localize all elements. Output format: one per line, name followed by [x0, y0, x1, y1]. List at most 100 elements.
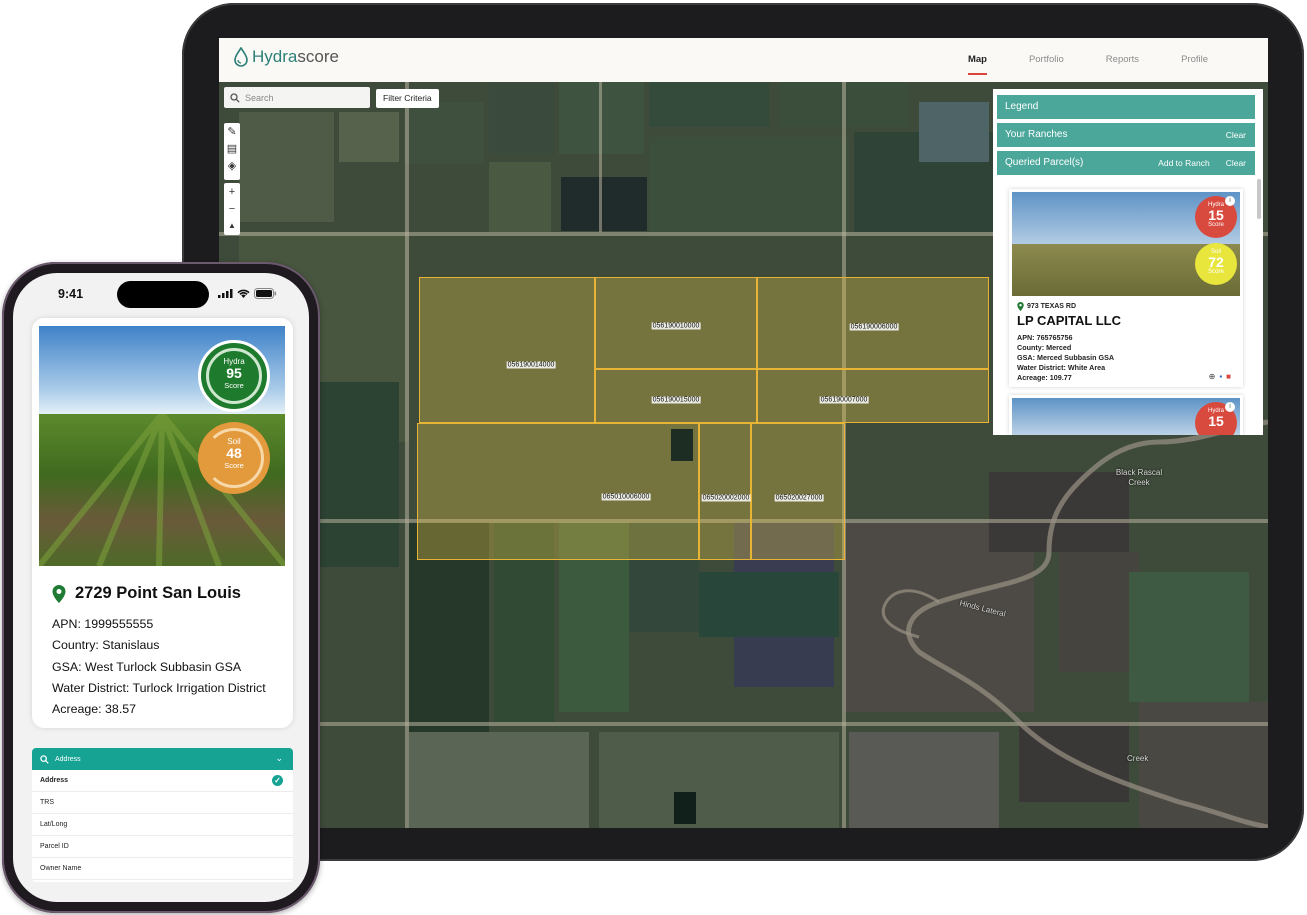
apn-text: APN: 1999555555 [52, 617, 154, 631]
wifi-icon [237, 289, 250, 298]
water-district-text: Water District: White Area [1017, 363, 1106, 372]
your-ranches-label: Your Ranches [1005, 129, 1068, 140]
status-icons [218, 288, 277, 299]
county-text: County: Merced [1017, 343, 1072, 352]
compass-icon[interactable]: ▲ [228, 217, 236, 234]
signal-icon [218, 289, 233, 298]
delete-icon[interactable]: ■ [1226, 372, 1231, 381]
soil-score-badge: Soil 72 Score [1195, 243, 1237, 285]
property-details: APN: 765765756 County: Merced GSA: Merce… [1017, 333, 1114, 383]
location-pin-icon [52, 584, 66, 603]
clear-parcels-button[interactable]: Clear [1226, 151, 1246, 175]
water-district-text: Water District: Turlock Irrigation Distr… [52, 680, 266, 695]
phone-device: 9:41 Hydra 95 Score Soil 48 Score 2729 P… [2, 262, 320, 913]
property-detail-card[interactable]: Hydra 95 Score Soil 48 Score 2729 Point … [32, 318, 293, 728]
battery-icon [254, 288, 277, 299]
score-label: Score [1208, 222, 1224, 228]
zoom-in-icon[interactable]: + [229, 183, 235, 200]
property-owner: LP CAPITAL LLC [1017, 313, 1121, 328]
property-card[interactable]: Hydra 15 Score i Soil 72 Score 973 TEXAS… [1009, 189, 1243, 387]
parcel-056190007000[interactable] [757, 369, 989, 423]
parcel-label: 056190007000 [819, 396, 869, 404]
option-label: Owner Name [40, 865, 82, 872]
hydrascore-logo[interactable]: Hydra score [233, 47, 339, 67]
parcel-label: 056190014000 [506, 361, 556, 369]
tab-profile[interactable]: Profile [1181, 38, 1208, 82]
option-label: Lat/Long [40, 821, 68, 828]
country-text: Country: Stanislaus [52, 638, 160, 653]
option-parcel-id[interactable]: Parcel ID [32, 836, 293, 858]
option-trs[interactable]: TRS [32, 792, 293, 814]
parcel-label: 056190015000 [651, 396, 701, 404]
check-icon: ✓ [272, 775, 283, 786]
parcel-065020027000[interactable] [751, 423, 845, 560]
main-nav: Map Portfolio Reports Profile [967, 38, 1208, 82]
clear-ranches-button[interactable]: Clear [1226, 123, 1246, 147]
property-title: 2729 Point San Louis [52, 584, 241, 603]
zoom-out-icon[interactable]: − [229, 200, 235, 217]
option-address[interactable]: Address ✓ [32, 770, 293, 792]
gsa-text: GSA: West Turlock Subbasin GSA [52, 659, 242, 674]
add-to-ranch-button[interactable]: Add to Ranch [1158, 151, 1210, 175]
search-type-select[interactable]: Address ⌄ [32, 748, 293, 770]
card-actions: ⊕ ▪ ■ [1209, 372, 1231, 381]
soil-score-gauge: Soil 48 Score [198, 422, 270, 494]
search-type-dropdown: Address ⌄ Address ✓ TRS Lat/Long Parcel … [32, 748, 293, 882]
flag-icon[interactable]: ▪ [1219, 372, 1222, 381]
tab-portfolio[interactable]: Portfolio [1029, 38, 1064, 82]
hydra-score-value: 15 [1208, 207, 1224, 223]
logo-hydra-text: Hydra [252, 47, 298, 66]
option-label: Parcel ID [40, 843, 69, 850]
layers-icon[interactable]: ◈ [228, 157, 236, 174]
status-time: 9:41 [58, 287, 84, 301]
phone-screen: 9:41 Hydra 95 Score Soil 48 Score 2729 P… [13, 273, 309, 902]
acreage-text: Acreage: 38.57 [52, 702, 137, 717]
draw-polygon-icon[interactable]: ✎ [227, 123, 236, 140]
logo-score-text: score [297, 47, 339, 66]
results-panel: Legend Your Ranches Clear Queried Parcel… [993, 89, 1263, 435]
parcel-065020002000[interactable] [699, 423, 751, 560]
info-icon[interactable]: i [1225, 402, 1235, 412]
queried-parcels-row[interactable]: Queried Parcel(s) Add to Ranch Clear [997, 151, 1255, 175]
filter-criteria-button[interactable]: Filter Criteria [376, 89, 439, 108]
queried-parcels-label: Queried Parcel(s) [1005, 157, 1084, 168]
tab-map[interactable]: Map [967, 38, 987, 82]
parcel-label: 065010006000 [601, 493, 651, 501]
tablet-screen: Hydra score Map Portfolio Reports Profil… [219, 38, 1268, 828]
parcel-label: 056190010000 [651, 322, 701, 330]
measure-icon[interactable]: ▤ [227, 140, 237, 157]
draw-tools: ✎ ▤ ◈ [224, 123, 240, 180]
zoom-to-icon[interactable]: ⊕ [1209, 372, 1216, 381]
apn-text: APN: 765765756 [1017, 333, 1073, 342]
legend-row[interactable]: Legend [997, 95, 1255, 119]
option-owner-name[interactable]: Owner Name [32, 858, 293, 880]
option-lat-long[interactable]: Lat/Long [32, 814, 293, 836]
property-address: 2729 Point San Louis [75, 584, 241, 602]
map-place-label: Creek [1127, 754, 1149, 763]
acreage-text: Acreage: 109.77 [1017, 373, 1072, 382]
chevron-down-icon: ⌄ [275, 753, 283, 763]
map-search-input[interactable]: Search [224, 87, 370, 108]
your-ranches-row[interactable]: Your Ranches Clear [997, 123, 1255, 147]
search-placeholder: Search [245, 92, 274, 103]
dynamic-island [117, 281, 209, 308]
property-address: 973 TEXAS RD [1027, 303, 1077, 310]
hydra-score-value: 15 [1208, 413, 1224, 429]
parcel-056190014000[interactable] [419, 277, 595, 423]
search-icon [40, 754, 49, 764]
selected-search-type: Address [55, 755, 81, 763]
info-icon[interactable]: i [1225, 196, 1235, 206]
map-place-label: Black Rascal Creek [1115, 468, 1163, 487]
gsa-text: GSA: Merced Subbasin GSA [1017, 353, 1115, 362]
address-row: 973 TEXAS RD [1017, 302, 1076, 311]
tab-reports[interactable]: Reports [1106, 38, 1139, 82]
water-drop-icon [234, 47, 248, 67]
cornfield-photo: Hydra 95 Score Soil 48 Score [39, 326, 285, 566]
parcel-065010006000[interactable] [417, 423, 699, 560]
score-label: Score [1208, 269, 1224, 275]
search-icon [230, 92, 240, 103]
property-card[interactable]: Hydra 15 i [1009, 395, 1243, 435]
location-pin-icon [1017, 302, 1024, 311]
zoom-controls: + − ▲ [224, 183, 240, 235]
panel-scrollbar[interactable] [1257, 179, 1261, 219]
